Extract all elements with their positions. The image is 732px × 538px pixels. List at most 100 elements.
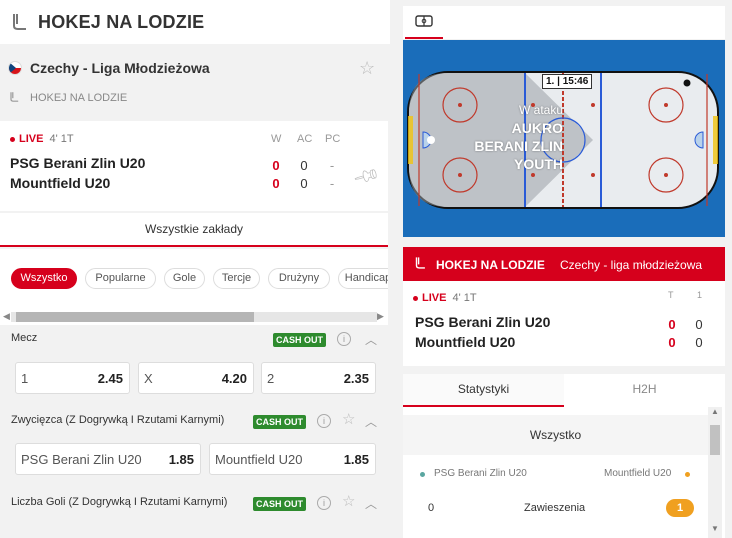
stat-label: Zawieszenia — [524, 502, 586, 514]
scoreboard-header: HOKEJ NA LODZIE Czechy - liga młodzieżow… — [403, 247, 725, 281]
scoreboard-period: 4' 1T — [452, 292, 477, 304]
odd-away[interactable]: Mountfield U20 1.85 — [209, 443, 376, 475]
home-score-total: 0 — [668, 317, 676, 332]
stats-teams-row: PSG Berani Zlin U20 Mountfield U20 — [403, 467, 708, 483]
col-header-1: 1 — [697, 290, 703, 300]
odd-value: 2.35 — [343, 371, 369, 386]
home-team-name: PSG Berani Zlin U20 — [415, 314, 551, 330]
col-header-w: W — [271, 133, 282, 145]
away-score-w: 0 — [272, 176, 280, 191]
scrollbar-thumb[interactable] — [710, 425, 720, 455]
odd-draw[interactable]: X 4.20 — [138, 362, 254, 394]
sport-header: HOKEJ NA LODZIE — [0, 0, 390, 44]
filter-teams[interactable]: Drużyny — [268, 268, 330, 289]
market-match: Mecz CASH OUT i ︿ 1 2.45 X 4.20 2 2.35 — [0, 326, 388, 396]
scroll-left-icon[interactable]: ◀ — [3, 311, 10, 322]
attack-team-line: BERANI ZLIN — [474, 138, 563, 154]
pin-icon[interactable]: 📌︎ — [351, 162, 382, 192]
stat-away-value: 1 — [666, 499, 694, 517]
col-header-ac: AC — [297, 133, 313, 145]
scoreboard-sport: HOKEJ NA LODZIE — [436, 258, 545, 272]
stats-away-team: Mountfield U20 — [604, 468, 672, 479]
live-label: LIVE — [422, 292, 447, 304]
away-score-p1: 0 — [695, 335, 703, 350]
all-bets-tab[interactable]: Wszystkie zakłady — [0, 213, 388, 247]
odd-value: 1.85 — [343, 452, 369, 467]
odd-away[interactable]: 2 2.35 — [261, 362, 376, 394]
hockey-stick-icon — [8, 11, 30, 33]
favorite-star-icon[interactable]: ☆ — [342, 410, 355, 428]
league-row[interactable]: Czechy - Liga Młodzieżowa ☆ — [0, 52, 390, 84]
right-column: 1. | 15:46 W ataku AUKRO BERANI ZLIN YOU… — [403, 0, 725, 538]
filter-handicap[interactable]: Handicap — [338, 268, 388, 289]
league-name: Czechy - Liga Młodzieżowa — [30, 60, 210, 76]
scoreboard-status: LIVE 4' 1T — [413, 292, 477, 304]
stats-filter[interactable]: Wszystko — [403, 415, 708, 455]
scroll-right-icon[interactable]: ▶ — [377, 311, 384, 322]
stats-tabs: Statystyki H2H — [403, 374, 725, 407]
filter-goals[interactable]: Gole — [164, 268, 205, 289]
stat-home-value: 0 — [428, 502, 435, 514]
sport-breadcrumb: HOKEJ NA LODZIE — [0, 88, 127, 108]
live-label: LIVE — [19, 133, 44, 145]
cashout-badge: CASH OUT — [253, 415, 306, 429]
stats-area: Wszystko PSG Berani Zlin U20 Mountfield … — [403, 407, 725, 538]
odd-label: X — [144, 371, 153, 386]
hockey-stick-icon — [8, 91, 22, 106]
away-score-total: 0 — [668, 335, 676, 350]
away-color-dot — [685, 472, 690, 477]
match-clock: 1. | 15:46 — [542, 74, 593, 89]
czech-flag-icon — [8, 61, 22, 75]
market-winner: Zwycięzca (Z Dogrywką I Rzutami Karnymi)… — [0, 406, 388, 478]
scroll-down-icon[interactable]: ▼ — [711, 524, 719, 533]
market-title: Mecz — [11, 332, 38, 344]
home-score-pc: - — [329, 158, 335, 173]
stats-home-team: PSG Berani Zlin U20 — [434, 468, 527, 479]
match-status: LIVE 4' 1T — [10, 133, 74, 145]
odd-home[interactable]: PSG Berani Zlin U20 1.85 — [15, 443, 201, 475]
info-icon[interactable]: i — [337, 332, 351, 346]
odd-value: 1.85 — [168, 452, 194, 467]
match-period: 4' 1T — [49, 133, 74, 145]
rink-icon[interactable] — [405, 10, 443, 39]
home-team-name: PSG Berani Zlin U20 — [10, 155, 146, 171]
favorite-star-icon[interactable]: ☆ — [342, 492, 355, 510]
odd-value: 4.20 — [221, 371, 247, 386]
left-column: HOKEJ NA LODZIE Czechy - Liga Młodzieżow… — [0, 0, 390, 538]
away-team-name: Mountfield U20 — [415, 334, 516, 350]
tab-statistics[interactable]: Statystyki — [403, 374, 564, 407]
filters-scrollbar[interactable]: ◀ ▶ — [0, 309, 388, 325]
chevron-up-icon[interactable]: ︿ — [365, 495, 377, 512]
info-icon[interactable]: i — [317, 414, 331, 428]
col-header-pc: PC — [325, 133, 341, 145]
sport-label: HOKEJ NA LODZIE — [30, 92, 128, 104]
scroll-up-icon[interactable]: ▲ — [711, 407, 719, 416]
home-score-w: 0 — [272, 158, 280, 173]
odd-label: PSG Berani Zlin U20 — [21, 452, 142, 467]
scoreboard-panel: HOKEJ NA LODZIE Czechy - liga młodzieżow… — [403, 247, 725, 366]
home-score-p1: 0 — [695, 317, 703, 332]
away-score-ac: 0 — [300, 176, 308, 191]
attack-team-line: YOUTH — [514, 156, 563, 172]
scrollbar-thumb[interactable] — [16, 312, 254, 322]
tab-h2h[interactable]: H2H — [564, 374, 725, 407]
away-team-name: Mountfield U20 — [10, 175, 111, 191]
favorite-star-icon[interactable]: ☆ — [359, 58, 375, 79]
home-score-ac: 0 — [300, 158, 308, 173]
odd-label: 1 — [21, 371, 29, 386]
filter-all[interactable]: Wszystko — [11, 268, 77, 289]
odd-value: 2.45 — [97, 371, 123, 386]
stats-scrollbar[interactable]: ▲ ▼ — [708, 407, 722, 538]
match-tracker: 1. | 15:46 W ataku AUKRO BERANI ZLIN YOU… — [403, 40, 725, 237]
match-card[interactable]: LIVE 4' 1T W AC PC PSG Berani Zlin U20 0 … — [0, 121, 388, 211]
filter-popular[interactable]: Popularne — [85, 268, 156, 289]
info-icon[interactable]: i — [317, 496, 331, 510]
scoreboard-league: Czechy - liga młodzieżowa — [560, 258, 703, 272]
attack-team-line: AUKRO — [511, 120, 563, 136]
odd-home[interactable]: 1 2.45 — [15, 362, 130, 394]
attack-indicator: W ataku AUKRO BERANI ZLIN YOUTH — [443, 101, 563, 173]
chevron-up-icon[interactable]: ︿ — [365, 413, 377, 430]
chevron-up-icon[interactable]: ︿ — [365, 331, 377, 348]
live-dot-icon — [413, 295, 418, 301]
filter-periods[interactable]: Tercje — [213, 268, 260, 289]
